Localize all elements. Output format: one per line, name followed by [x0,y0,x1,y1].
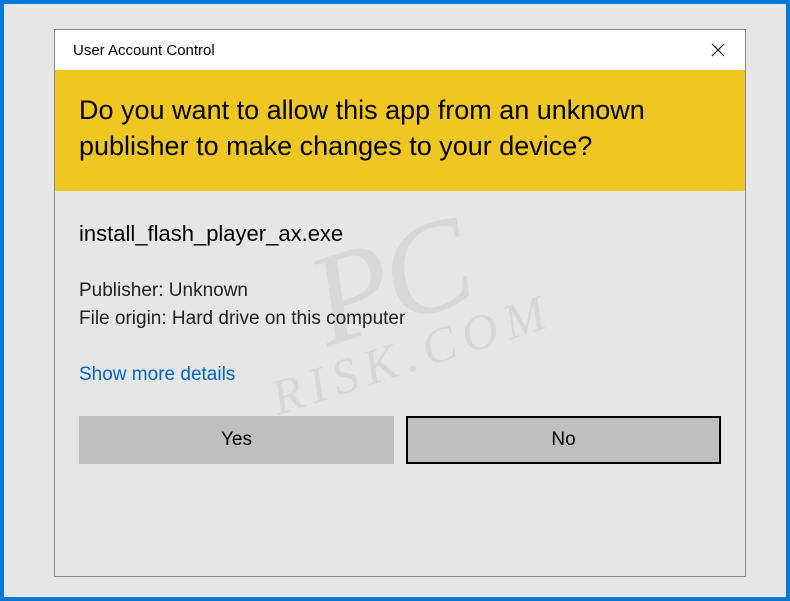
titlebar: User Account Control [55,30,745,70]
origin-label: File origin: [79,308,172,329]
origin-line: File origin: Hard drive on this computer [79,305,721,334]
publisher-label: Publisher: [79,280,169,301]
origin-value: Hard drive on this computer [172,308,405,329]
close-icon [711,43,725,57]
uac-dialog: User Account Control Do you want to allo… [54,29,746,577]
uac-question: Do you want to allow this app from an un… [79,92,721,165]
publisher-value: Unknown [169,280,248,301]
app-name: install_flash_player_ax.exe [79,221,721,247]
show-more-details-link[interactable]: Show more details [79,364,235,386]
window-frame: User Account Control Do you want to allo… [0,0,790,601]
no-button[interactable]: No [406,416,721,464]
header-band: Do you want to allow this app from an un… [55,70,745,191]
publisher-line: Publisher: Unknown [79,277,721,306]
window-title: User Account Control [73,42,215,59]
button-row: Yes No [55,416,745,488]
yes-button[interactable]: Yes [79,416,394,464]
close-button[interactable] [690,30,745,70]
body-section: install_flash_player_ax.exe Publisher: U… [55,191,745,386]
